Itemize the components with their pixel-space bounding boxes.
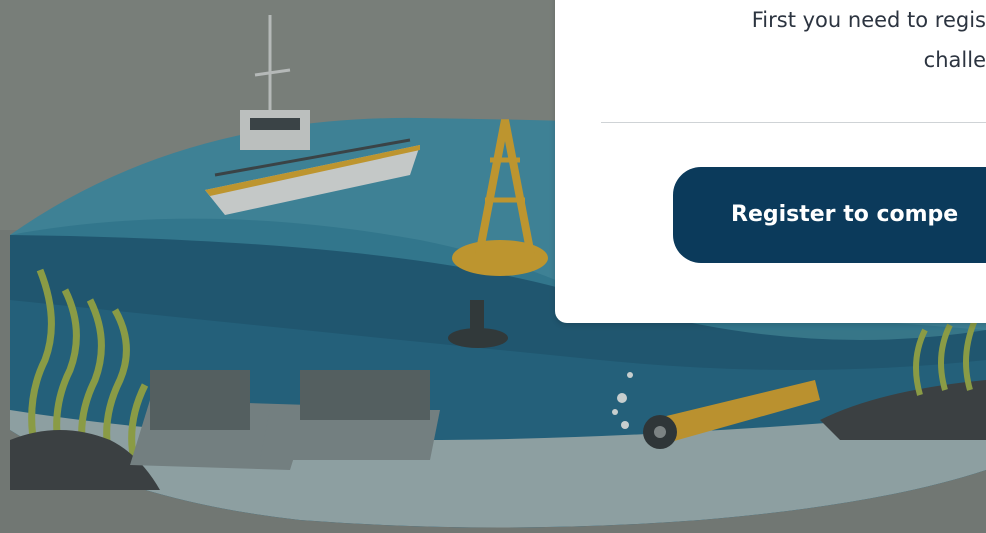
- divider: [601, 122, 986, 123]
- register-button[interactable]: Register to compe: [673, 167, 986, 263]
- intro-line-2: challe: [923, 48, 986, 72]
- register-modal: First you need to regis challe Register …: [555, 0, 986, 323]
- intro-line-1: First you need to regis: [751, 8, 986, 32]
- intro-text: First you need to regis challe: [555, 0, 986, 80]
